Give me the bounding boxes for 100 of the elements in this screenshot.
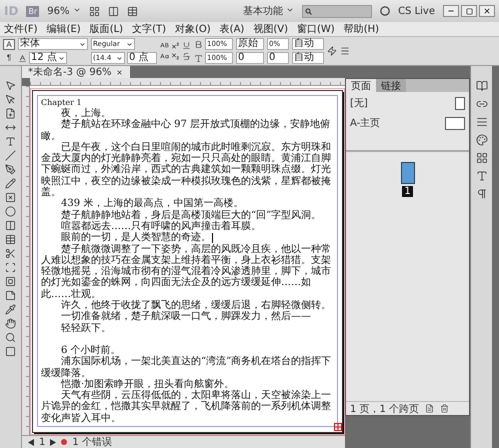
story-paragraph: 439 米，上海的最高点，中国第一高楼。	[60, 198, 244, 210]
paragraph-icon[interactable]	[476, 188, 488, 200]
story-paragraph: 许久，他终于收拢了飘飞的思绪，缓缓后退，右脚轻微侧转。	[60, 300, 332, 312]
master-page-label[interactable]: A-主页	[350, 116, 380, 130]
search-icon	[305, 8, 312, 14]
overset-text-icon[interactable]	[334, 423, 342, 432]
kerning-field[interactable]: 0	[236, 52, 264, 64]
font-size-field[interactable]: 12 点	[29, 52, 67, 64]
strikethrough-icon[interactable]	[182, 52, 191, 61]
search-field[interactable]	[302, 4, 372, 18]
character-icon[interactable]	[476, 170, 488, 182]
underline-icon[interactable]	[182, 41, 191, 50]
subscript-icon[interactable]	[171, 52, 180, 61]
panel-menu-icon[interactable]	[340, 46, 350, 56]
scissors-tool-icon[interactable]	[5, 248, 16, 259]
note-tool-icon[interactable]	[5, 290, 16, 301]
caret-icon	[58, 54, 65, 62]
zoom-dropdown[interactable]: 96%	[47, 6, 81, 16]
mode-toggle[interactable]: A	[3, 39, 15, 50]
story-paragraph: 已是午夜，这个白日里喧闹的城市此时唯剩沉寂。东方明珠和金茂大厦内的灯光静静亮着，宛如一只只高处的眼睛。黄浦江自脚下蜿蜒而过，外滩沿岸，西式的古典建筑如一颗颗明珠点缀。灯光映照江中，夜空的边缘被染成一种模拟玫瑰色的浅紫，星辉都被掩盖。	[41, 142, 332, 198]
menu-item[interactable]: 帮助(H)	[344, 22, 380, 36]
skew-field[interactable]: 0	[267, 52, 289, 64]
direct-selection-tool-icon[interactable]	[5, 94, 16, 105]
story-paragraph: 浦东国际机场，一架北美直达的“湾流”商务机在塔台的指挥下缓缓降落。	[41, 356, 332, 379]
menu-item[interactable]: 窗口(W)	[296, 22, 335, 36]
font-family-field[interactable]: 宋体	[18, 38, 88, 50]
small-caps-icon[interactable]	[160, 52, 169, 61]
free-transform-tool-icon[interactable]	[5, 262, 16, 273]
delete-page-icon[interactable]	[440, 404, 450, 413]
kerning-method-field[interactable]: 原始	[236, 38, 264, 50]
page-number: 1	[402, 186, 413, 197]
master-thumbnail[interactable]	[445, 116, 465, 130]
table-tool-icon[interactable]	[5, 234, 16, 245]
story-paragraph: 眼前的一切，是人类智慧的奇迹。	[60, 232, 214, 244]
superscript-icon[interactable]	[171, 41, 180, 50]
line-tool-icon[interactable]	[5, 150, 16, 161]
line-setting-field[interactable]: 自动	[292, 52, 324, 64]
page-number-field[interactable]: 1	[39, 436, 46, 448]
story-paragraph: 楚子航静静地站着，身后是高楼顶端巨大的“回”字型风洞。	[60, 210, 322, 221]
line-setting-field[interactable]: 自动	[292, 38, 324, 50]
new-page-icon[interactable]	[425, 404, 434, 413]
close-button[interactable]	[479, 5, 495, 17]
eyedropper-tool-icon[interactable]	[5, 304, 16, 315]
preflight-status-dot	[61, 439, 68, 445]
pen-tool-icon[interactable]	[5, 164, 16, 175]
story-paragraph: 夜，上海。	[60, 108, 112, 119]
story-paragraph: 恺撒·加图索睁开眼，扭头看向舷窗外。	[60, 378, 234, 390]
menu-item[interactable]: 文件(F)	[4, 22, 38, 36]
menu-item[interactable]: 文字(T)	[132, 22, 166, 36]
type-tool-icon[interactable]	[5, 136, 16, 147]
workspace-dropdown[interactable]: 基本功能	[242, 4, 294, 18]
tracking-field[interactable]: 0 点	[127, 52, 157, 64]
page-tool-icon[interactable]	[5, 108, 16, 119]
ellipse-tool-icon[interactable]	[5, 206, 16, 217]
links-icon[interactable]	[476, 98, 488, 110]
story-paragraph: 一切准备就绪，楚子航深吸一口气，脚踝发力，然后——	[60, 311, 312, 323]
all-caps-icon[interactable]	[160, 41, 169, 50]
cs-live-icon[interactable]	[380, 6, 390, 16]
rectangle-frame-tool-icon[interactable]	[5, 192, 16, 203]
hand-tool-icon[interactable]	[5, 318, 16, 329]
story-paragraph: 喧嚣都远去……只有呼啸的风声撞击着耳膜。	[60, 220, 262, 232]
menu-item[interactable]: 视图(V)	[253, 22, 288, 36]
cs-live-button[interactable]: CS Live	[398, 6, 435, 16]
next-page-icon[interactable]	[50, 438, 56, 446]
menu-item[interactable]: 版面(L)	[90, 22, 124, 36]
panel-tab[interactable]: 链接	[376, 79, 406, 92]
close-icon[interactable]	[116, 68, 123, 76]
minimize-button[interactable]	[443, 5, 459, 17]
caret-icon	[286, 6, 294, 14]
pages-summary: 1 页，1 个跨页	[350, 402, 420, 416]
story-paragraph: 楚子航站在环球金融中心 97 层开放式顶棚的边缘，安静地俯瞰。	[41, 119, 332, 142]
story-paragraph: 楚子航微微调整了一下姿势，高层的风既冷且疾，他以一种常人难以想象的技巧在金属支架上维持着平衡，身上衣衫猎猎。支架轻微地摇晃，沿海城市彻有的湿气混着冷风渗透肺里，脚下，城市的灯光如鎏金的蛛网，向四面无法企及的远方缓缓延伸……如此……壮观。	[41, 244, 332, 300]
page-thumbnail[interactable]	[400, 162, 414, 184]
maximize-button[interactable]	[461, 5, 477, 17]
preflight-errors[interactable]: 1 个错误	[72, 435, 112, 448]
chapter-heading: Chapter 1	[41, 98, 83, 108]
selection-tool-icon[interactable]	[5, 80, 16, 91]
menu-item[interactable]: 表(A)	[220, 22, 244, 36]
quick-apply-icon[interactable]	[327, 46, 337, 56]
master-thumbnail[interactable]	[455, 96, 465, 110]
panel-tab[interactable]: 页面	[346, 79, 376, 92]
mode-toggle[interactable]: ¶	[3, 52, 15, 63]
zoom-tool-icon[interactable]	[5, 332, 16, 343]
pages-icon[interactable]	[476, 80, 488, 92]
fill-stroke-icon[interactable]	[5, 346, 16, 357]
caret-icon	[79, 40, 86, 48]
previous-page-icon[interactable]	[28, 438, 34, 446]
pencil-tool-icon[interactable]	[5, 178, 16, 189]
master-page-label[interactable]: [无]	[350, 96, 368, 110]
menu-item[interactable]: 编辑(E)	[46, 22, 81, 36]
maximize-icon	[466, 8, 472, 14]
story-paragraph: 轻轻跃下。	[60, 322, 112, 334]
document-tab[interactable]: *未命名-3 @ 96%	[22, 66, 130, 78]
story-paragraph: 6 个小时前。	[60, 344, 122, 356]
font-size-icon[interactable]	[18, 54, 27, 62]
menu-item[interactable]: 对象(O)	[174, 22, 211, 36]
stroke-icon[interactable]	[476, 116, 488, 128]
swatches-icon[interactable]	[476, 134, 488, 146]
close-icon	[483, 7, 491, 15]
story-paragraph: 天气有些阴，云压得低低的，太阳卑将落山，天空被涂染上一片诡异的金红，恺撒其实早就醒了，飞机降落前的一系列机体调整变化声皆入耳中。	[41, 390, 332, 424]
